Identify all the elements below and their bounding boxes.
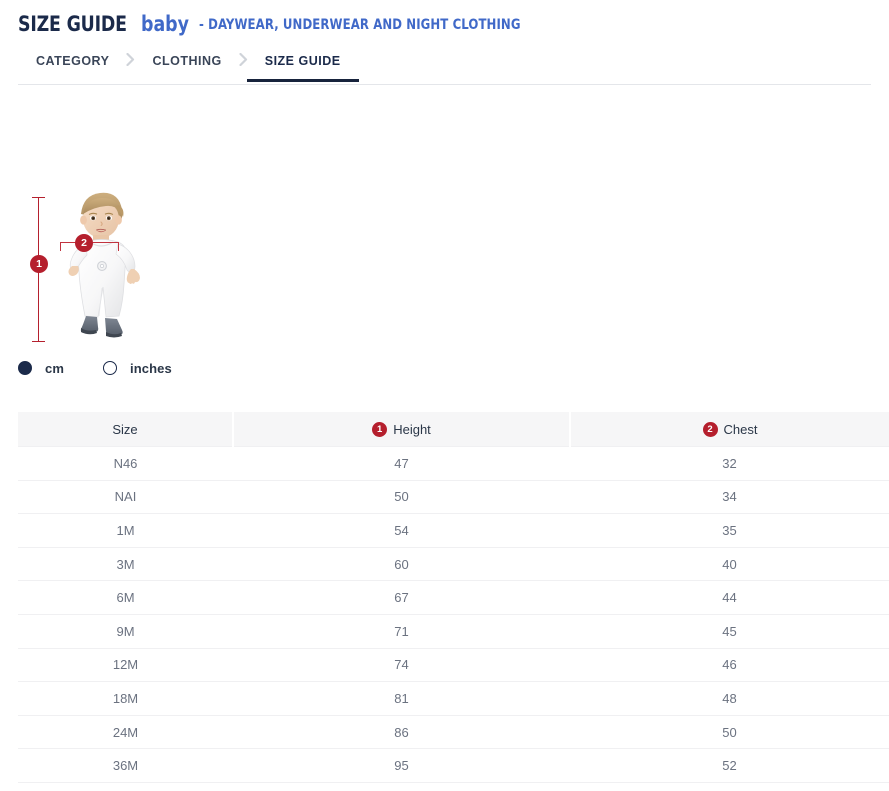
chest-measure-cap-right [118, 242, 119, 251]
cell-chest: 44 [570, 581, 889, 615]
cell-height: 50 [233, 480, 570, 514]
cell-height: 86 [233, 715, 570, 749]
page-title: SIZE GUIDE baby - DAYWEAR, UNDERWEAR AND N… [18, 12, 557, 36]
table-row: 36M9552 [18, 749, 889, 783]
cell-size: 18M [18, 682, 233, 716]
cell-size: 12M [18, 648, 233, 682]
cell-height: 95 [233, 749, 570, 783]
table-row: 18M8148 [18, 682, 889, 716]
table-row: 6M6744 [18, 581, 889, 615]
baby-photo [56, 190, 156, 348]
cell-chest: 40 [570, 547, 889, 581]
size-guide-page: SIZE GUIDE baby - DAYWEAR, UNDERWEAR AND N… [0, 0, 889, 791]
breadcrumb-item-size-guide[interactable]: SIZE GUIDE [265, 48, 341, 82]
radio-inches-icon[interactable] [103, 361, 117, 375]
unit-selector: cm inches [18, 358, 172, 378]
cell-chest: 46 [570, 648, 889, 682]
breadcrumb: CATEGORY CLOTHING SIZE GUIDE [18, 48, 871, 88]
table-row: 12M7446 [18, 648, 889, 682]
chevron-right-icon [126, 48, 135, 66]
column-header-size-label: Size [112, 422, 137, 437]
cell-chest: 45 [570, 614, 889, 648]
cell-chest: 34 [570, 480, 889, 514]
cell-height: 71 [233, 614, 570, 648]
cell-chest: 50 [570, 715, 889, 749]
column-header-height-label: Height [393, 422, 431, 437]
table-row: N464732 [18, 447, 889, 481]
cell-size: N46 [18, 447, 233, 481]
cell-height: 54 [233, 514, 570, 548]
height-measure-cap-top [32, 197, 45, 198]
column-header-height: 1 Height [233, 412, 570, 447]
breadcrumb-divider [18, 84, 871, 85]
table-row: 9M7145 [18, 614, 889, 648]
unit-option-inches[interactable]: inches [103, 361, 172, 376]
chest-measure-cap-left [60, 242, 61, 251]
column-badge-1: 1 [372, 422, 387, 437]
unit-option-cm[interactable]: cm [18, 361, 64, 376]
column-header-size: Size [18, 412, 233, 447]
cell-chest: 48 [570, 682, 889, 716]
breadcrumb-item-clothing[interactable]: CLOTHING [152, 48, 221, 82]
cell-size: 6M [18, 581, 233, 615]
radio-cm-icon[interactable] [18, 361, 32, 375]
size-table: Size 1 Height 2 Chest N464732NAI5034 [18, 412, 889, 783]
cell-size: 9M [18, 614, 233, 648]
measurement-illustration: 1 2 [18, 190, 178, 350]
cell-height: 67 [233, 581, 570, 615]
unit-option-cm-label: cm [45, 361, 64, 376]
table-row: NAI5034 [18, 480, 889, 514]
cell-size: 3M [18, 547, 233, 581]
cell-chest: 32 [570, 447, 889, 481]
page-title-main: SIZE GUIDE [18, 12, 127, 36]
table-header-row: Size 1 Height 2 Chest [18, 412, 889, 447]
height-measure-cap-bottom [32, 341, 45, 342]
cell-chest: 35 [570, 514, 889, 548]
column-header-chest: 2 Chest [570, 412, 889, 447]
page-title-subtitle: - DAYWEAR, UNDERWEAR AND NIGHT CLOTHING [199, 17, 521, 33]
cell-size: 36M [18, 749, 233, 783]
size-table-head: Size 1 Height 2 Chest [18, 412, 889, 447]
cell-height: 47 [233, 447, 570, 481]
cell-height: 81 [233, 682, 570, 716]
column-header-chest-label: Chest [724, 422, 758, 437]
chevron-right-icon [239, 48, 248, 66]
marker-badge-2: 2 [75, 234, 93, 252]
cell-size: NAI [18, 480, 233, 514]
unit-option-inches-label: inches [130, 361, 172, 376]
marker-badge-1: 1 [30, 255, 48, 273]
cell-height: 74 [233, 648, 570, 682]
size-table-body: N464732NAI50341M54353M60406M67449M714512… [18, 447, 889, 783]
page-title-highlight: baby [141, 12, 189, 36]
table-row: 24M8650 [18, 715, 889, 749]
table-row: 3M6040 [18, 547, 889, 581]
cell-size: 24M [18, 715, 233, 749]
breadcrumb-item-category[interactable]: CATEGORY [36, 48, 109, 82]
cell-height: 60 [233, 547, 570, 581]
column-badge-2: 2 [703, 422, 718, 437]
table-row: 1M5435 [18, 514, 889, 548]
cell-size: 1M [18, 514, 233, 548]
cell-chest: 52 [570, 749, 889, 783]
